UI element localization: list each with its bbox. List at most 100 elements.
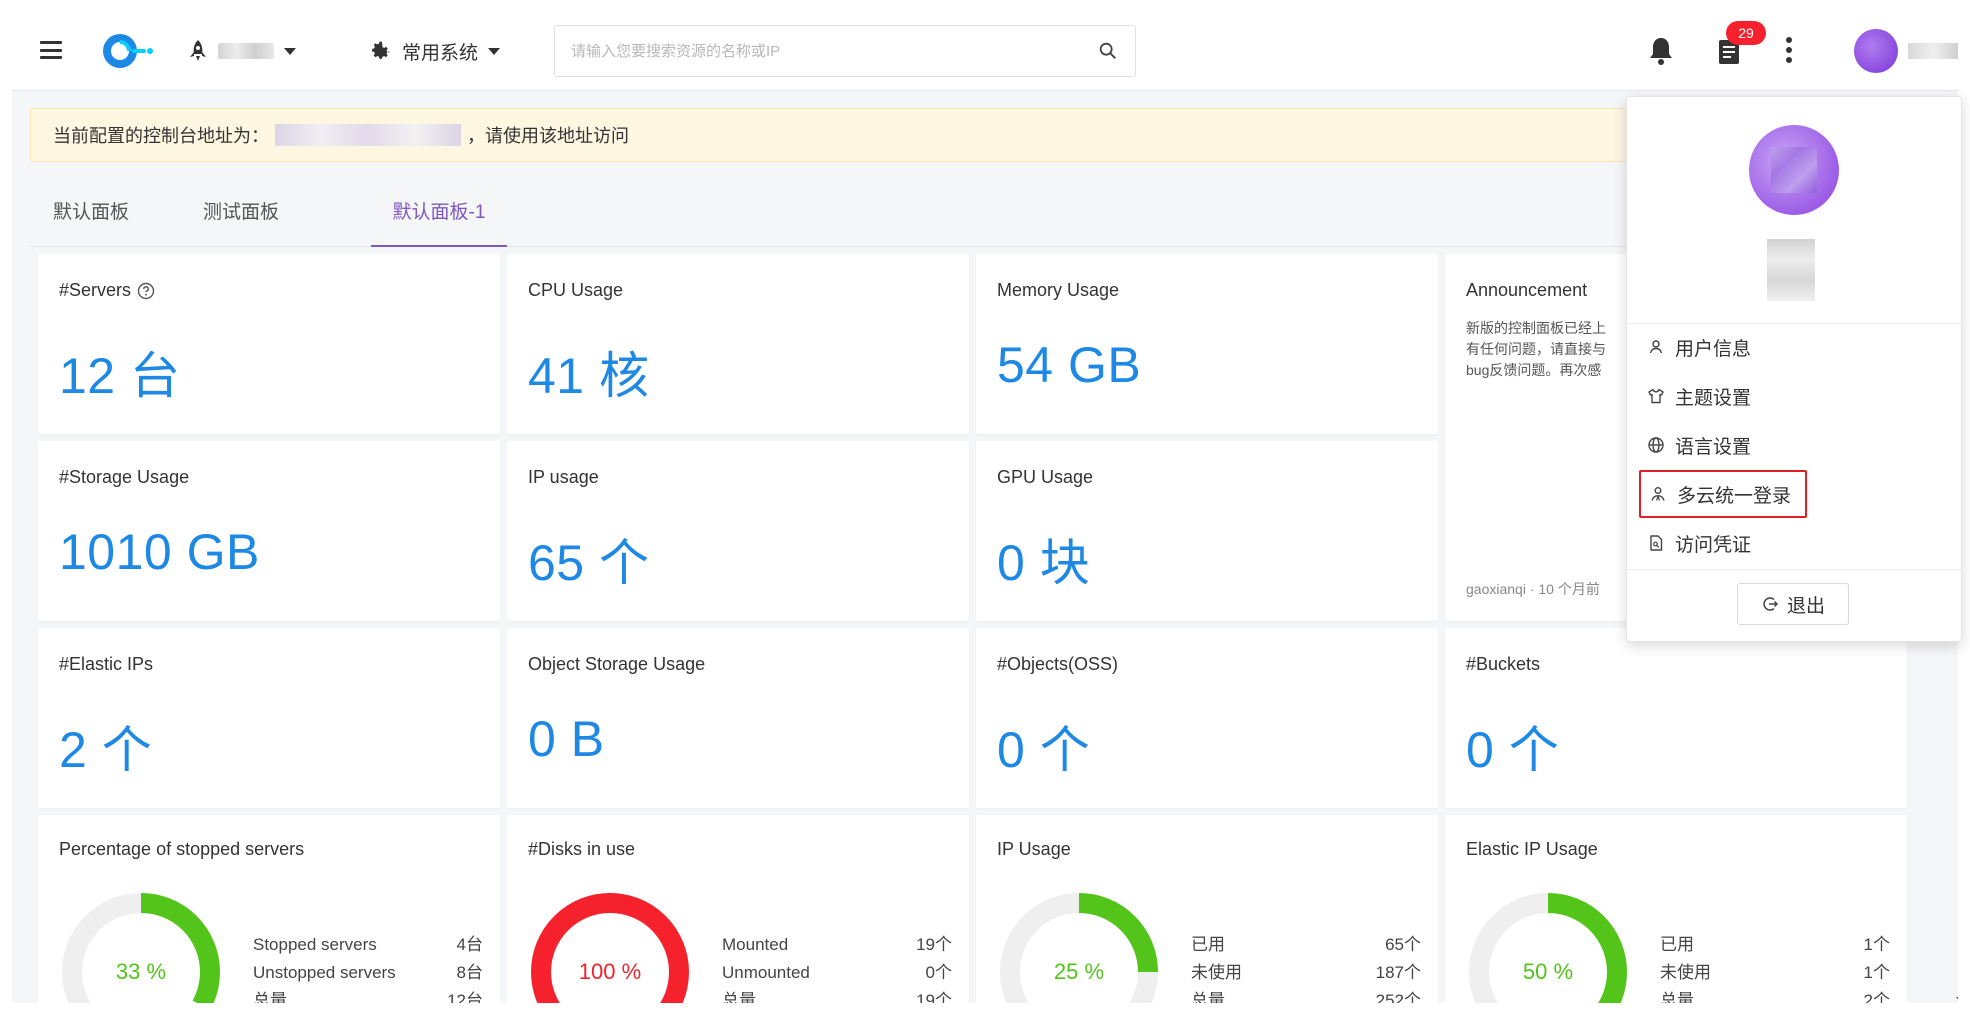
legend-value: 19个 — [916, 991, 952, 1003]
legend-label: 总量 — [1660, 991, 1694, 1003]
common-systems-label: 常用系统 — [402, 42, 479, 64]
project-name-redacted — [218, 43, 274, 59]
donut-legend: Mounted 19个 Unmounted 0个 总量 19个 — [722, 931, 952, 1003]
legend-value: 2个 — [1863, 991, 1890, 1003]
shirt-icon — [1648, 388, 1664, 404]
card-value: 41 核 — [528, 348, 650, 404]
card-value: 54 GB — [997, 337, 1142, 393]
legend-label: 已用 — [1191, 935, 1225, 954]
card-title: Elastic IP Usage — [1466, 839, 1598, 859]
app-logo[interactable] — [98, 31, 154, 71]
chevron-down-icon — [488, 47, 501, 55]
legend-row: 未使用 1个 — [1660, 959, 1890, 987]
card-title: #Buckets — [1466, 654, 1541, 674]
logout-label: 退出 — [1786, 595, 1825, 617]
menu-item-label: 用户信息 — [1675, 338, 1752, 360]
donut-chart: 100 % — [531, 893, 689, 1003]
legend-row: Stopped servers 4台 — [253, 931, 483, 959]
banner-prefix: 当前配置的控制台地址为： — [53, 126, 269, 146]
menu-item-label: 访问凭证 — [1675, 534, 1752, 556]
avatar — [1749, 125, 1839, 215]
legend-label: 未使用 — [1191, 963, 1242, 982]
announcement-footer: gaoxianqi · 10 个月前 — [1466, 581, 1600, 597]
user-dropdown-menu: 用户信息 主题设置 语言设置 多云统一登录 访问凭证 退出 — [1626, 96, 1962, 642]
cpu-usage-card: CPU Usage 41 核 — [507, 254, 969, 434]
legend-row: 未使用 187个 — [1191, 959, 1421, 987]
ip-usage-count-card: IP usage 65 个 — [507, 441, 969, 621]
card-title: Object Storage Usage — [528, 654, 706, 674]
donut-arc — [531, 893, 689, 1003]
legend-row: 总量 252个 — [1191, 987, 1421, 1003]
search-input[interactable] — [555, 26, 1075, 76]
card-title: Announcement — [1466, 280, 1588, 300]
tab-default-panel-1[interactable]: 默认面板-1 — [371, 183, 507, 247]
notification-badge: 29 — [1726, 21, 1766, 45]
tab-test-panel[interactable]: 测试面板 — [186, 183, 296, 247]
project-selector[interactable] — [188, 33, 296, 69]
divider — [1627, 569, 1961, 570]
chevron-down-icon — [284, 47, 296, 55]
tab-default-panel[interactable]: 默认面板 — [36, 183, 146, 247]
card-value: 0 块 — [997, 535, 1091, 591]
donut-legend: 已用 1个 未使用 1个 总量 2个 — [1660, 931, 1890, 1003]
legend-row: Unmounted 0个 — [722, 959, 952, 987]
donut-percent: 50 % — [1523, 959, 1573, 984]
ip-usage-card: IP Usage 25 % 已用 65个 未使用 187个 总量 252个 — [976, 815, 1438, 1003]
search-icon[interactable] — [1097, 40, 1119, 62]
more-vertical-icon[interactable] — [1784, 37, 1794, 65]
card-value: 65 个 — [528, 535, 650, 591]
card-value: 2 个 — [59, 722, 153, 778]
legend-row: 总量 12台 — [253, 987, 483, 1003]
legend-label: 未使用 — [1660, 963, 1711, 982]
disks-in-use-card: #Disks in use 100 % Mounted 19个 Unmounted… — [507, 815, 969, 1003]
donut-chart: 50 % — [1469, 893, 1627, 1003]
legend-row: 已用 65个 — [1191, 931, 1421, 959]
legend-value: 252个 — [1375, 991, 1421, 1003]
menu-item-access-credentials[interactable]: 访问凭证 — [1647, 519, 1751, 567]
card-title: #Servers — [59, 280, 132, 300]
servers-card: #Servers 12 台 — [38, 254, 500, 434]
legend-label: 总量 — [253, 991, 287, 1003]
elastic-ips-card: #Elastic IPs 2 个 — [38, 628, 500, 808]
user-icon — [1649, 340, 1663, 354]
legend-value: 0个 — [925, 963, 952, 982]
gpu-usage-card: GPU Usage 0 块 — [976, 441, 1438, 621]
console-url-redacted — [275, 124, 461, 146]
menu-item-multicloud-sso[interactable]: 多云统一登录 — [1639, 470, 1808, 518]
legend-row: Mounted 19个 — [722, 931, 952, 959]
card-value: 0 个 — [997, 722, 1091, 778]
menu-toggle-icon[interactable] — [40, 41, 62, 59]
resource-search — [554, 25, 1136, 77]
menu-item-label: 语言设置 — [1675, 436, 1752, 458]
user-name-redacted[interactable] — [1908, 43, 1958, 59]
banner-suffix: ，请使用该地址访问 — [467, 126, 629, 146]
menu-item-user-info[interactable]: 用户信息 — [1647, 323, 1751, 371]
legend-value: 187个 — [1375, 963, 1421, 982]
legend-row: 已用 1个 — [1660, 931, 1890, 959]
logout-button[interactable]: 退出 — [1737, 583, 1849, 625]
help-icon[interactable] — [137, 282, 155, 300]
scroll-down-arrow-icon[interactable] — [1956, 997, 1958, 1003]
storage-usage-card: #Storage Usage 1010 GB — [38, 441, 500, 621]
announcement-line: 有任何问题，请直接与 — [1466, 341, 1606, 357]
card-title: Percentage of stopped servers — [59, 839, 305, 859]
donut-chart: 25 % — [1000, 893, 1158, 1003]
logout-icon — [1763, 597, 1779, 611]
card-title: #Elastic IPs — [59, 654, 154, 674]
menu-item-language-settings[interactable]: 语言设置 — [1647, 421, 1751, 469]
card-title: #Storage Usage — [59, 467, 190, 487]
legend-label: Unmounted — [722, 963, 810, 982]
card-value: 1010 GB — [59, 524, 260, 580]
donut-percent: 25 % — [1054, 959, 1104, 984]
common-systems-menu[interactable]: 常用系统 — [368, 33, 501, 69]
rocket-icon — [190, 40, 206, 61]
menu-item-theme-settings[interactable]: 主题设置 — [1647, 372, 1751, 420]
objects-oss-card: #Objects(OSS) 0 个 — [976, 628, 1438, 808]
menu-item-label: 多云统一登录 — [1677, 485, 1792, 507]
credential-icon — [1650, 535, 1663, 551]
buckets-card: #Buckets 0 个 — [1445, 628, 1907, 808]
donut-legend: 已用 65个 未使用 187个 总量 252个 — [1191, 931, 1421, 1003]
bell-icon[interactable] — [1646, 35, 1676, 67]
card-title: GPU Usage — [997, 467, 1094, 487]
avatar[interactable] — [1854, 29, 1898, 73]
